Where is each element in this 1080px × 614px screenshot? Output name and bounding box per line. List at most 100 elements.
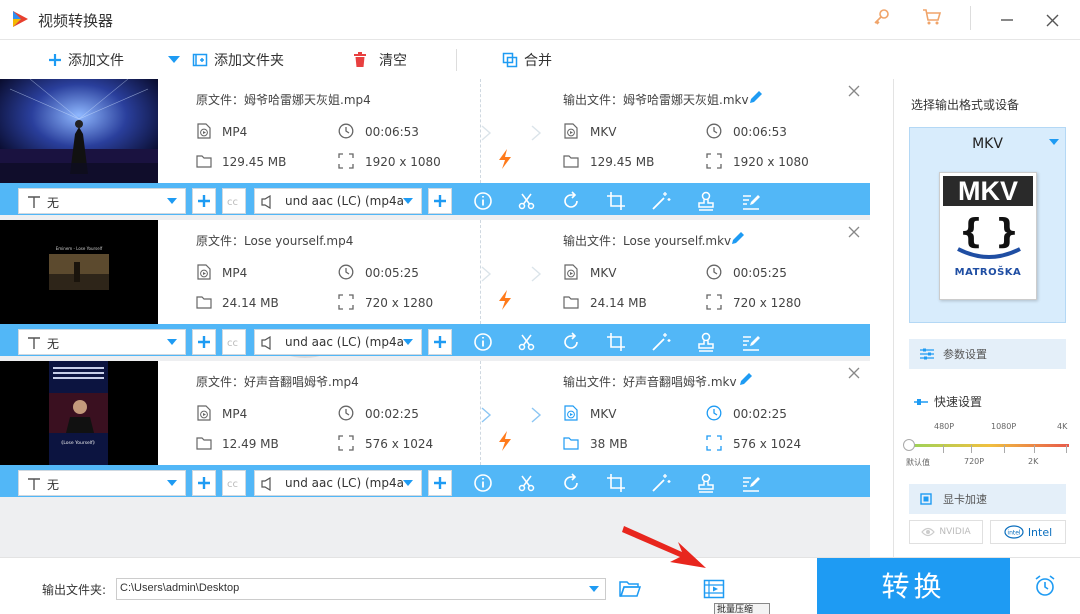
audio-select[interactable]: und aac (LC) (mp4a <box>254 329 422 355</box>
merge-button[interactable]: 合并 <box>502 49 552 71</box>
gpu-label: 显卡加速 <box>943 493 987 506</box>
crop-icon[interactable] <box>605 190 627 212</box>
svg-text:cc: cc <box>227 197 238 207</box>
add-subtitle-button[interactable] <box>192 188 216 214</box>
scissors-icon[interactable] <box>516 472 538 494</box>
sliders-icon <box>920 348 934 360</box>
chevron-right-icon <box>531 266 542 282</box>
subtitle-select[interactable]: 无 <box>18 188 186 214</box>
effects-wand-icon[interactable] <box>650 190 672 212</box>
add-folder-button[interactable]: 添加文件夹 <box>192 49 284 71</box>
file-row[interactable]: 《Lose Yourself》 原文件：好声音翻唱姆爷.mp4 MP4 00:0… <box>0 361 870 501</box>
add-file-dropdown-icon[interactable] <box>168 56 180 64</box>
nvidia-button[interactable]: NVIDIA <box>909 520 983 544</box>
crop-icon[interactable] <box>605 331 627 353</box>
title-divider <box>970 6 971 30</box>
convert-button[interactable]: 转换 <box>817 558 1010 614</box>
output-duration: 00:06:53 <box>733 125 787 139</box>
subtitle-select[interactable]: 无 <box>18 329 186 355</box>
file-toolbar: 无 cc und aac (LC) (mp4a <box>0 324 870 356</box>
remove-file-icon[interactable] <box>848 226 860 238</box>
subtitle-value: 无 <box>47 337 60 351</box>
folder-icon <box>563 437 579 450</box>
matroska-braces-icon: { } <box>957 212 1021 259</box>
scissors-icon[interactable] <box>516 190 538 212</box>
key-icon[interactable] <box>872 8 890 26</box>
alarm-clock-icon[interactable] <box>1033 574 1057 598</box>
rotate-icon[interactable] <box>560 331 582 353</box>
watermark-stamp-icon[interactable] <box>695 331 717 353</box>
edit-name-icon[interactable] <box>738 371 754 387</box>
crop-icon[interactable] <box>605 472 627 494</box>
intel-button[interactable]: intel Intel <box>990 520 1066 544</box>
output-resolution: 576 x 1024 <box>733 437 802 451</box>
clear-button[interactable]: 清空 <box>353 49 407 71</box>
effects-wand-icon[interactable] <box>650 472 672 494</box>
info-icon[interactable] <box>472 190 494 212</box>
speed-slider-handle[interactable] <box>903 439 915 451</box>
cc-icon: cc <box>227 338 238 348</box>
batch-compress-icon[interactable] <box>703 579 725 599</box>
output-filename: 输出文件：Lose yourself.mkv <box>563 234 732 248</box>
source-duration: 00:06:53 <box>365 125 419 139</box>
format-selector[interactable]: MKV MKV { } MATROŠKA <box>909 127 1066 323</box>
info-icon[interactable] <box>472 472 494 494</box>
rotate-icon[interactable] <box>560 190 582 212</box>
speaker-icon <box>261 477 271 491</box>
cc-button[interactable]: cc <box>222 470 246 496</box>
subtitle-edit-icon[interactable] <box>740 472 762 494</box>
video-file-icon <box>564 264 578 280</box>
remove-file-icon[interactable] <box>848 85 860 97</box>
concert-thumbnail-image <box>0 79 158 183</box>
cc-icon: cc <box>227 479 238 489</box>
edit-name-icon[interactable] <box>748 89 764 105</box>
plus-icon <box>49 54 61 66</box>
cc-button[interactable]: cc <box>222 188 246 214</box>
subtitle-edit-icon[interactable] <box>740 331 762 353</box>
audio-value: und aac (LC) (mp4a <box>285 335 404 349</box>
scissors-icon[interactable] <box>516 331 538 353</box>
speed-label-default: 默认值 <box>906 458 930 467</box>
cc-button[interactable]: cc <box>222 329 246 355</box>
add-subtitle-button[interactable] <box>192 470 216 496</box>
source-size: 12.49 MB <box>222 437 279 451</box>
video-thumbnail[interactable]: 《Lose Yourself》 <box>0 361 158 465</box>
watermark-stamp-icon[interactable] <box>695 190 717 212</box>
file-row[interactable]: Eminem - Lose Yourself 原文件：Lose yourself… <box>0 220 870 360</box>
add-file-button[interactable]: 添加文件 <box>48 49 124 71</box>
subtitle-select[interactable]: 无 <box>18 470 186 496</box>
cart-icon[interactable] <box>922 8 942 26</box>
add-audio-button[interactable] <box>428 329 452 355</box>
add-audio-button[interactable] <box>428 188 452 214</box>
audio-select[interactable]: und aac (LC) (mp4a <box>254 188 422 214</box>
chevron-right-icon <box>531 125 542 141</box>
close-window-icon[interactable] <box>1046 14 1059 27</box>
info-icon[interactable] <box>472 331 494 353</box>
video-thumbnail[interactable] <box>0 79 158 183</box>
output-size: 24.14 MB <box>590 296 647 310</box>
minimize-icon[interactable] <box>1000 12 1014 26</box>
add-subtitle-button[interactable] <box>192 329 216 355</box>
cc-icon: cc <box>227 197 238 207</box>
params-button[interactable]: 参数设置 <box>909 339 1066 369</box>
output-path-input[interactable]: C:\Users\admin\Desktop <box>116 578 606 600</box>
output-size: 38 MB <box>590 437 628 451</box>
video-file-icon <box>564 123 578 139</box>
file-row[interactable]: 原文件：姆爷哈雷娜天灰姐.mp4 MP4 00:06:53 129.45 MB … <box>0 79 870 219</box>
music-video-thumbnail-image: Eminem - Lose Yourself <box>0 220 158 324</box>
audio-select[interactable]: und aac (LC) (mp4a <box>254 470 422 496</box>
params-label: 参数设置 <box>943 348 987 361</box>
subtitle-edit-icon[interactable] <box>740 190 762 212</box>
gpu-accel-button[interactable]: 显卡加速 <box>909 484 1066 514</box>
watermark-stamp-icon[interactable] <box>695 472 717 494</box>
resolution-icon <box>338 294 354 310</box>
app-title: 视频转换器 <box>38 12 114 30</box>
rotate-icon[interactable] <box>560 472 582 494</box>
video-thumbnail[interactable]: Eminem - Lose Yourself <box>0 220 158 324</box>
add-audio-button[interactable] <box>428 470 452 496</box>
remove-file-icon[interactable] <box>848 367 860 379</box>
edit-name-icon[interactable] <box>730 230 746 246</box>
effects-wand-icon[interactable] <box>650 331 672 353</box>
open-folder-icon[interactable] <box>619 580 641 598</box>
folder-add-icon <box>192 53 208 67</box>
